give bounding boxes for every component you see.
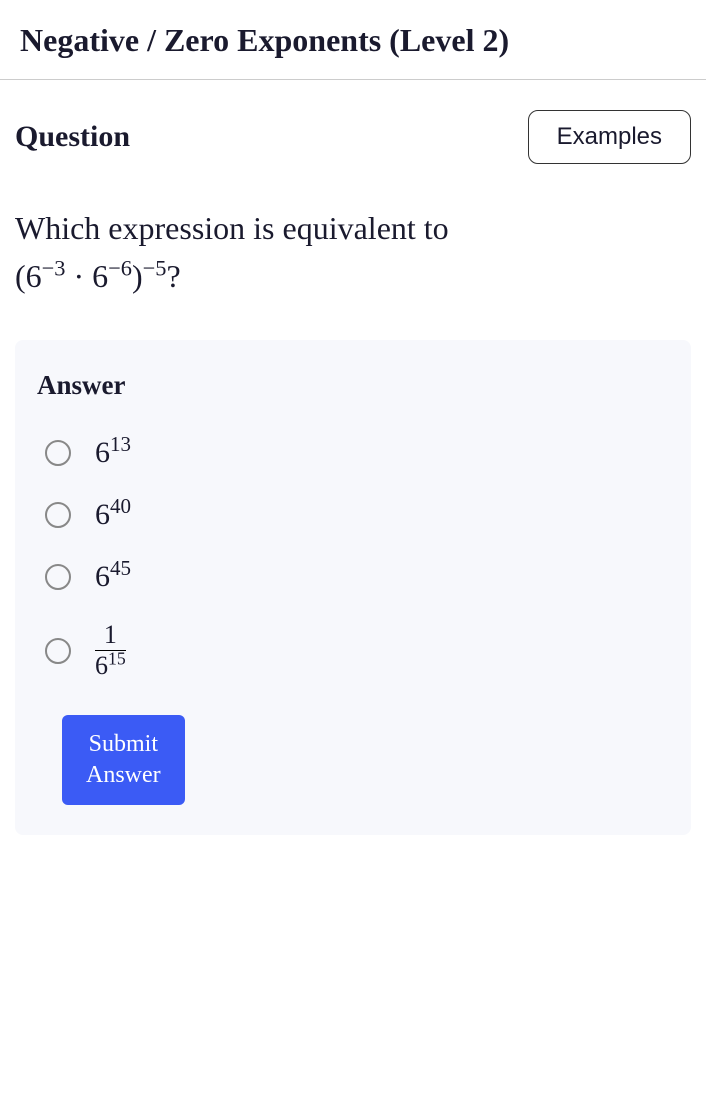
option-2[interactable]: 640 <box>45 498 669 532</box>
question-prompt: Which expression is equivalent to <box>15 210 449 246</box>
content-area: Question Examples Which expression is eq… <box>0 80 706 835</box>
dot-operator: · <box>65 258 92 294</box>
paren-close: ) <box>132 258 143 294</box>
opt-base: 6 <box>95 436 110 469</box>
exp-2: −6 <box>108 255 132 280</box>
radio-icon <box>45 564 71 590</box>
opt-base: 6 <box>95 560 110 593</box>
radio-icon <box>45 440 71 466</box>
outer-exp: −5 <box>143 255 167 280</box>
submit-line1: Submit <box>89 731 158 757</box>
option-text: 640 <box>95 498 131 532</box>
options-group: 613 640 645 1 615 <box>45 436 669 679</box>
opt-exp: 45 <box>110 556 131 580</box>
submit-button[interactable]: Submit Answer <box>62 715 185 805</box>
question-header: Question Examples <box>15 110 691 164</box>
den-base: 6 <box>95 651 108 680</box>
base-1: 6 <box>26 258 42 294</box>
option-3[interactable]: 645 <box>45 560 669 594</box>
radio-icon <box>45 638 71 664</box>
examples-button[interactable]: Examples <box>528 110 691 164</box>
radio-icon <box>45 502 71 528</box>
opt-exp: 13 <box>110 432 131 456</box>
opt-base: 6 <box>95 498 110 531</box>
option-text: 1 615 <box>95 622 126 679</box>
page-title: Negative / Zero Exponents (Level 2) <box>0 0 706 79</box>
option-1[interactable]: 613 <box>45 436 669 470</box>
option-4[interactable]: 1 615 <box>45 622 669 679</box>
question-mark: ? <box>166 258 180 294</box>
base-2: 6 <box>92 258 108 294</box>
option-text: 645 <box>95 560 131 594</box>
question-label: Question <box>15 120 130 154</box>
den-exp: 15 <box>108 648 126 668</box>
answer-panel: Answer 613 640 645 1 615 <box>15 340 691 835</box>
fraction: 1 615 <box>95 622 126 679</box>
exp-1: −3 <box>42 255 66 280</box>
answer-label: Answer <box>37 370 669 401</box>
question-text: Which expression is equivalent to (6−3 ·… <box>15 204 691 300</box>
submit-line2: Answer <box>86 762 161 788</box>
question-expression: (6−3 · 6−6)−5? <box>15 258 181 294</box>
fraction-numerator: 1 <box>95 622 126 651</box>
fraction-denominator: 615 <box>95 651 126 679</box>
paren-open: ( <box>15 258 26 294</box>
opt-exp: 40 <box>110 494 131 518</box>
option-text: 613 <box>95 436 131 470</box>
